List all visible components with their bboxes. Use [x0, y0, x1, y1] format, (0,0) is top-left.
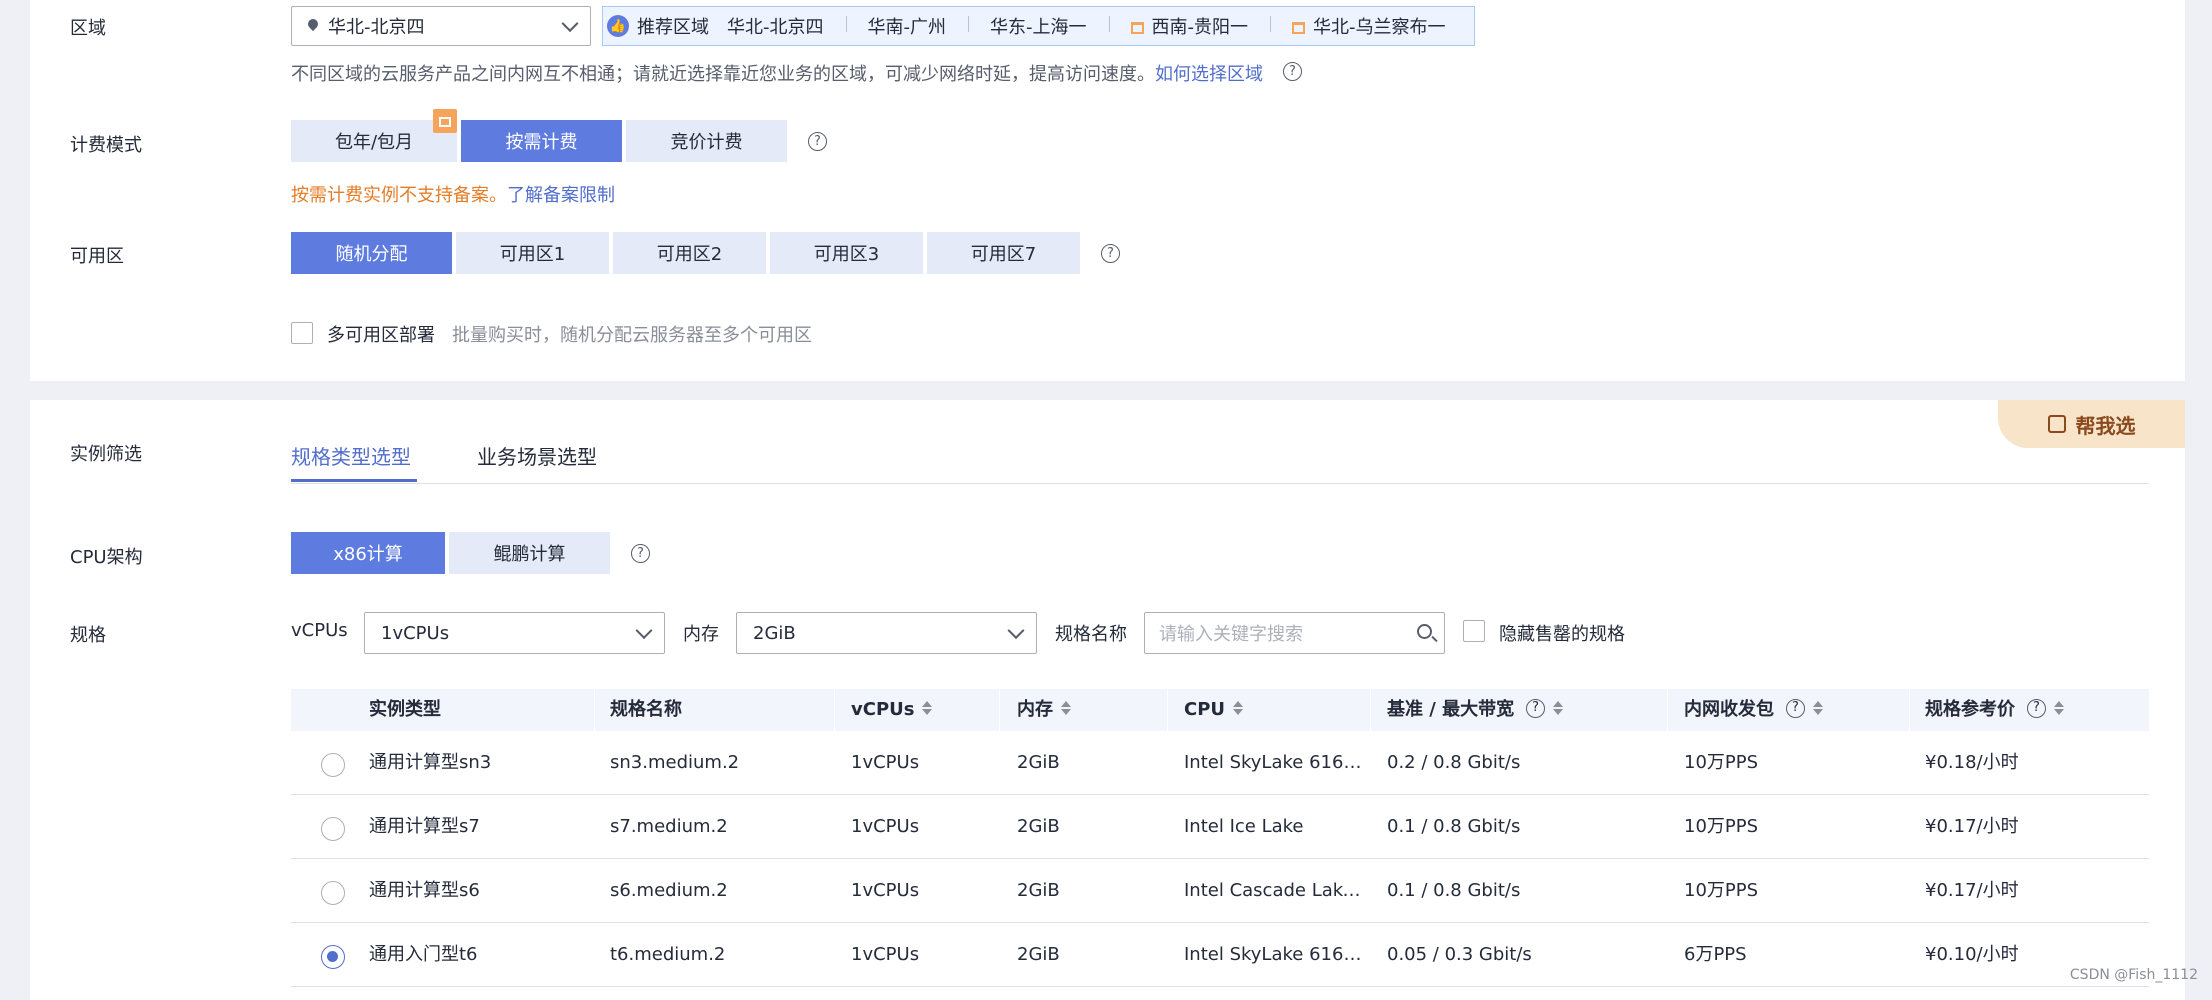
row-radio[interactable]: [321, 753, 345, 777]
recommended-region-item[interactable]: 华南-广州: [845, 13, 969, 39]
table-row[interactable]: 通用计算型sn3 sn3.medium.2 1vCPUs 2GiB Intel …: [291, 731, 2149, 795]
filing-limit-link[interactable]: 了解备案限制: [507, 185, 615, 206]
az-option-1[interactable]: 可用区1: [456, 232, 609, 274]
recommended-region-item[interactable]: 西南-贵阳一: [1108, 13, 1271, 39]
help-icon[interactable]: ?: [1101, 244, 1120, 263]
gift-badge-icon: [433, 109, 457, 133]
col-spec-name: 规格名称: [610, 699, 682, 720]
row-radio[interactable]: [321, 881, 345, 905]
how-to-choose-region-link[interactable]: 如何选择区域: [1155, 64, 1263, 85]
region-hint: 不同区域的云服务产品之间内网互不相通；请就近选择靠近您业务的区域，可减少网络时延…: [291, 64, 1263, 85]
help-icon[interactable]: ?: [631, 544, 650, 563]
region-label: 区域: [70, 18, 106, 39]
sort-icon: [1813, 701, 1823, 715]
spec-name-search-input[interactable]: 请输入关键字搜索: [1144, 612, 1445, 654]
tab-spec-type[interactable]: 规格类型选型: [291, 441, 411, 470]
active-tab-indicator: [291, 479, 417, 482]
chevron-down-icon: [561, 15, 579, 33]
gift-icon: [1130, 22, 1144, 34]
table-row[interactable]: 通用计算型s6 s6.medium.2 1vCPUs 2GiB Intel Ca…: [291, 859, 2149, 923]
table-header: 实例类型 规格名称 vCPUs 内存 CPU 基准 / 最大带宽? 内网收发包?…: [291, 689, 2149, 731]
az-option-random[interactable]: 随机分配: [291, 232, 452, 274]
memory-select-value: 2GiB: [753, 622, 796, 644]
billing-option-spot[interactable]: 竞价计费: [626, 120, 787, 162]
col-memory[interactable]: 内存: [1017, 689, 1071, 731]
recommended-region-item[interactable]: 华东-上海一: [968, 13, 1109, 39]
vcpus-filter-label: vCPUs: [291, 620, 348, 641]
sort-icon: [1233, 701, 1243, 715]
search-icon[interactable]: [1417, 624, 1432, 639]
col-cpu[interactable]: CPU: [1184, 689, 1243, 731]
help-icon[interactable]: ?: [1283, 62, 1302, 81]
vcpus-select[interactable]: 1vCPUs: [364, 612, 665, 654]
billing-warning: 按需计费实例不支持备案。了解备案限制: [291, 185, 615, 206]
recommend-label: 推荐区域: [637, 17, 709, 38]
recommended-region-item[interactable]: 华北-北京四: [727, 13, 846, 39]
cursor-select-icon: [2047, 415, 2066, 433]
row-radio[interactable]: [321, 817, 345, 841]
thumbs-up-icon: 👍: [607, 15, 629, 37]
col-instance-type: 实例类型: [369, 699, 441, 720]
help-me-choose-button[interactable]: 帮我选: [1998, 400, 2185, 448]
hide-soldout-label: 隐藏售罄的规格: [1499, 624, 1625, 645]
cpu-arch-label: CPU架构: [70, 547, 143, 568]
table-row[interactable]: 通用入门型t6 t6.medium.2 1vCPUs 2GiB Intel Sk…: [291, 923, 2149, 987]
az-option-7[interactable]: 可用区7: [927, 232, 1080, 274]
vcpus-select-value: 1vCPUs: [381, 622, 450, 644]
tab-divider: [291, 483, 2149, 484]
recommended-region-item[interactable]: 华北-乌兰察布一: [1270, 13, 1468, 39]
col-pps[interactable]: 内网收发包?: [1684, 689, 1823, 731]
chevron-down-icon: [1007, 622, 1025, 640]
az-option-3[interactable]: 可用区3: [770, 232, 923, 274]
region-select-value: 华北-北京四: [328, 17, 425, 38]
help-icon: ?: [1786, 698, 1805, 718]
sort-icon: [2054, 701, 2064, 715]
row-radio-selected[interactable]: [321, 945, 345, 969]
multi-az-hint: 批量购买时，随机分配云服务器至多个可用区: [452, 325, 812, 346]
col-bandwidth[interactable]: 基准 / 最大带宽?: [1387, 689, 1563, 731]
cpu-option-x86[interactable]: x86计算: [291, 532, 445, 574]
sort-icon: [1061, 701, 1071, 715]
chevron-down-icon: [635, 622, 653, 640]
watermark: CSDN @Fish_1112: [2069, 967, 2198, 983]
az-label: 可用区: [70, 246, 124, 267]
cpu-option-kunpeng[interactable]: 鲲鹏计算: [449, 532, 610, 574]
gift-icon: [1292, 22, 1305, 34]
filter-label: 实例筛选: [70, 444, 142, 465]
billing-label: 计费模式: [70, 135, 142, 156]
multi-az-label: 多可用区部署: [327, 325, 435, 346]
billing-option-on-demand[interactable]: 按需计费: [461, 120, 622, 162]
tab-scenario[interactable]: 业务场景选型: [477, 441, 597, 470]
spec-name-label: 规格名称: [1055, 624, 1127, 645]
multi-az-checkbox[interactable]: [291, 322, 313, 344]
memory-filter-label: 内存: [683, 624, 719, 645]
location-pin-icon: [305, 16, 321, 32]
hide-soldout-checkbox[interactable]: [1463, 620, 1485, 642]
sort-icon: [1553, 701, 1563, 715]
help-icon[interactable]: ?: [808, 132, 827, 151]
help-icon: ?: [2027, 698, 2046, 718]
memory-select[interactable]: 2GiB: [736, 612, 1037, 654]
help-icon: ?: [1526, 698, 1546, 718]
table-row[interactable]: 通用计算型s7 s7.medium.2 1vCPUs 2GiB Intel Ic…: [291, 795, 2149, 859]
sort-icon: [922, 701, 932, 715]
az-option-2[interactable]: 可用区2: [613, 232, 766, 274]
region-select[interactable]: 华北-北京四: [291, 6, 591, 46]
col-vcpus[interactable]: vCPUs: [851, 689, 932, 731]
col-price[interactable]: 规格参考价?: [1925, 689, 2064, 731]
spec-label: 规格: [70, 625, 106, 646]
recommended-regions: 👍 推荐区域 华北-北京四 华南-广州 华东-上海一 西南-贵阳一 华北-乌兰察…: [602, 6, 1475, 46]
